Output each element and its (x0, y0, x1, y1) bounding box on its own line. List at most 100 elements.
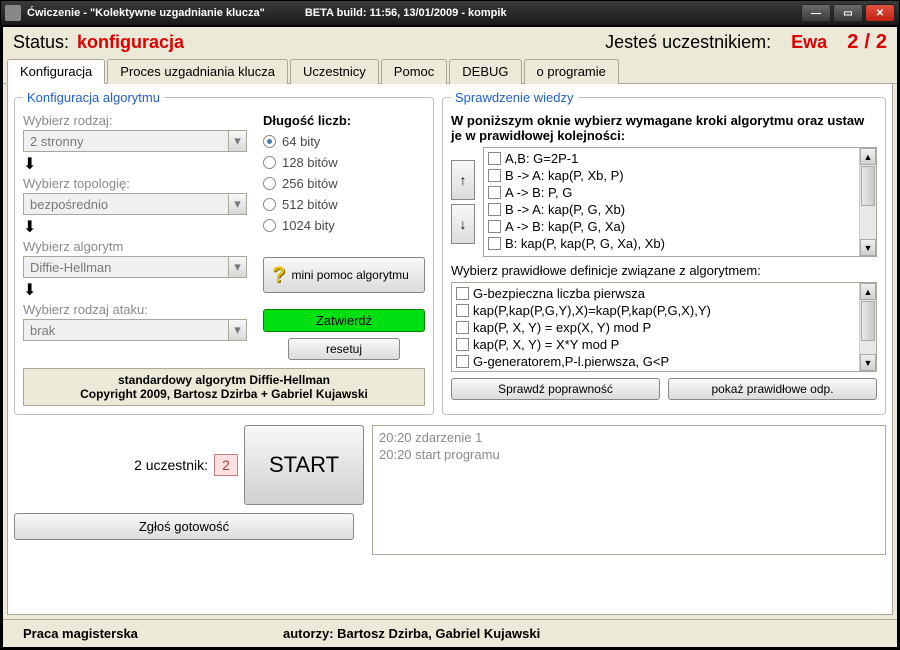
question-icon: ? (272, 262, 285, 288)
config-legend: Konfiguracja algorytmu (23, 90, 164, 105)
checkbox-icon[interactable] (456, 287, 469, 300)
tab-debug[interactable]: DEBUG (449, 59, 521, 84)
scroll-thumb[interactable] (861, 166, 875, 206)
length-title: Długość liczb: (263, 113, 425, 128)
knowledge-intro: W poniższym oknie wybierz wymagane kroki… (451, 113, 877, 143)
checkbox-icon[interactable] (456, 304, 469, 317)
checkbox-icon[interactable] (488, 152, 501, 165)
checkbox-icon[interactable] (488, 220, 501, 233)
minimize-button[interactable]: — (801, 4, 831, 22)
app-icon (5, 5, 21, 21)
footer: Praca magisterska autorzy: Bartosz Dzirb… (3, 619, 897, 647)
list-item[interactable]: G-generatorem,P-l.pierwsza, G<P (456, 353, 855, 370)
arrow-down-icon: ⬇ (23, 217, 36, 237)
tab-pomoc[interactable]: Pomoc (381, 59, 447, 84)
reset-button[interactable]: resetuj (288, 338, 400, 360)
move-down-button[interactable]: ↓ (451, 204, 475, 244)
copyright-box: standardowy algorytm Diffie-Hellman Copy… (23, 368, 425, 406)
close-button[interactable]: ✕ (865, 4, 895, 22)
checkbox-icon[interactable] (456, 321, 469, 334)
list-item[interactable]: G-bezpieczna liczba pierwsza (456, 285, 855, 302)
log-line: 20:20 start programu (379, 447, 879, 464)
scroll-thumb[interactable] (861, 301, 875, 341)
list-item[interactable]: kap(P, X, Y) = X*Y mod P (456, 336, 855, 353)
check-button[interactable]: Sprawdź poprawność (451, 378, 660, 400)
arrow-down-icon: ⬇ (23, 154, 36, 174)
type-label: Wybierz rodzaj: (23, 113, 253, 128)
footer-left: Praca magisterska (23, 626, 283, 641)
scrollbar[interactable]: ▲ ▼ (859, 148, 876, 256)
checkbox-icon[interactable] (456, 338, 469, 351)
type-combo[interactable]: 2 stronny ▾ (23, 130, 247, 152)
chevron-down-icon: ▾ (228, 257, 246, 277)
build-info: BETA build: 11:56, 13/01/2009 - kompik (305, 7, 801, 19)
scroll-up-icon[interactable]: ▲ (860, 283, 876, 300)
log-box: 20:20 zdarzenie 1 20:20 start programu (372, 425, 886, 555)
tab-strip: Konfiguracja Proces uzgadniania klucza U… (3, 58, 897, 84)
show-answers-button[interactable]: pokaż prawidłowe odp. (668, 378, 877, 400)
length-option-64[interactable]: 64 bity (263, 134, 425, 149)
window-title: Ćwiczenie - "Kolektywne uzgadnianie kluc… (27, 7, 265, 19)
knowledge-legend: Sprawdzenie wiedzy (451, 90, 578, 105)
move-up-button[interactable]: ↑ (451, 160, 475, 200)
steps-listbox[interactable]: A,B: G=2P-1 B -> A: kap(P, Xb, P) A -> B… (483, 147, 877, 257)
radio-icon (263, 198, 276, 211)
checkbox-icon[interactable] (488, 203, 501, 216)
algorithm-combo[interactable]: Diffie-Hellman ▾ (23, 256, 247, 278)
tab-proces[interactable]: Proces uzgadniania klucza (107, 59, 288, 84)
list-item[interactable]: A,B: G=2P-1 (488, 150, 855, 167)
list-item[interactable]: B -> A: kap(P, G, Xb) (488, 201, 855, 218)
titlebar: Ćwiczenie - "Kolektywne uzgadnianie kluc… (1, 1, 899, 25)
participant-number: 2 (847, 31, 858, 54)
status-label: Status: (13, 32, 69, 53)
attack-combo[interactable]: brak ▾ (23, 319, 247, 341)
tab-uczestnicy[interactable]: Uczestnicy (290, 59, 379, 84)
radio-icon (263, 156, 276, 169)
knowledge-panel: Sprawdzenie wiedzy W poniższym oknie wyb… (442, 90, 886, 415)
attack-label: Wybierz rodzaj ataku: (23, 302, 253, 317)
scroll-down-icon[interactable]: ▼ (860, 354, 876, 371)
list-item[interactable]: kap(P,kap(P,G,Y),X)=kap(P,kap(P,G,X),Y) (456, 302, 855, 319)
checkbox-icon[interactable] (488, 169, 501, 182)
algorithm-label: Wybierz algorytm (23, 239, 253, 254)
config-panel: Konfiguracja algorytmu Wybierz rodzaj: 2… (14, 90, 434, 415)
tab-about[interactable]: o programie (524, 59, 619, 84)
list-item[interactable]: A -> B: kap(P, G, Xa) (488, 218, 855, 235)
chevron-down-icon: ▾ (228, 320, 246, 340)
footer-right: autorzy: Bartosz Dzirba, Gabriel Kujawsk… (283, 626, 877, 641)
list-item[interactable]: B: kap(P, kap(P, G, Xa), Xb) (488, 235, 855, 252)
checkbox-icon[interactable] (488, 237, 501, 250)
length-option-1024[interactable]: 1024 bity (263, 218, 425, 233)
length-option-128[interactable]: 128 bitów (263, 155, 425, 170)
checkbox-icon[interactable] (488, 186, 501, 199)
start-button[interactable]: START (244, 425, 364, 505)
length-option-256[interactable]: 256 bitów (263, 176, 425, 191)
ready-button[interactable]: Zgłoś gotowość (14, 513, 354, 540)
definitions-listbox[interactable]: G-bezpieczna liczba pierwsza kap(P,kap(P… (451, 282, 877, 372)
maximize-button[interactable]: ▭ (833, 4, 863, 22)
list-item[interactable]: A -> B: P, G (488, 184, 855, 201)
participant-total: 2 (876, 31, 887, 54)
list-item[interactable]: kap(P, X, Y) = exp(X, Y) mod P (456, 319, 855, 336)
lower-participant-label: 2 uczestnik: (134, 457, 208, 473)
arrow-down-icon: ⬇ (23, 280, 36, 300)
tab-konfiguracja[interactable]: Konfiguracja (7, 59, 105, 84)
scroll-up-icon[interactable]: ▲ (860, 148, 876, 165)
participant-count-box: 2 (214, 454, 238, 476)
radio-icon (263, 177, 276, 190)
scroll-down-icon[interactable]: ▼ (860, 239, 876, 256)
radio-icon (263, 219, 276, 232)
length-option-512[interactable]: 512 bitów (263, 197, 425, 212)
scrollbar[interactable]: ▲ ▼ (859, 283, 876, 371)
log-line: 20:20 zdarzenie 1 (379, 430, 879, 447)
topology-combo[interactable]: bezpośrednio ▾ (23, 193, 247, 215)
list-item[interactable]: B -> A: kap(P, Xb, P) (488, 167, 855, 184)
topology-label: Wybierz topologię: (23, 176, 253, 191)
definitions-label: Wybierz prawidłowe definicje związane z … (451, 263, 877, 278)
status-bar: Status: konfiguracja Jesteś uczestnikiem… (3, 27, 897, 58)
checkbox-icon[interactable] (456, 355, 469, 368)
chevron-down-icon: ▾ (228, 194, 246, 214)
help-button[interactable]: ? mini pomoc algorytmu (263, 257, 425, 293)
participant-label: Jesteś uczestnikiem: (605, 32, 771, 53)
confirm-button[interactable]: Zatwierdź (263, 309, 425, 332)
